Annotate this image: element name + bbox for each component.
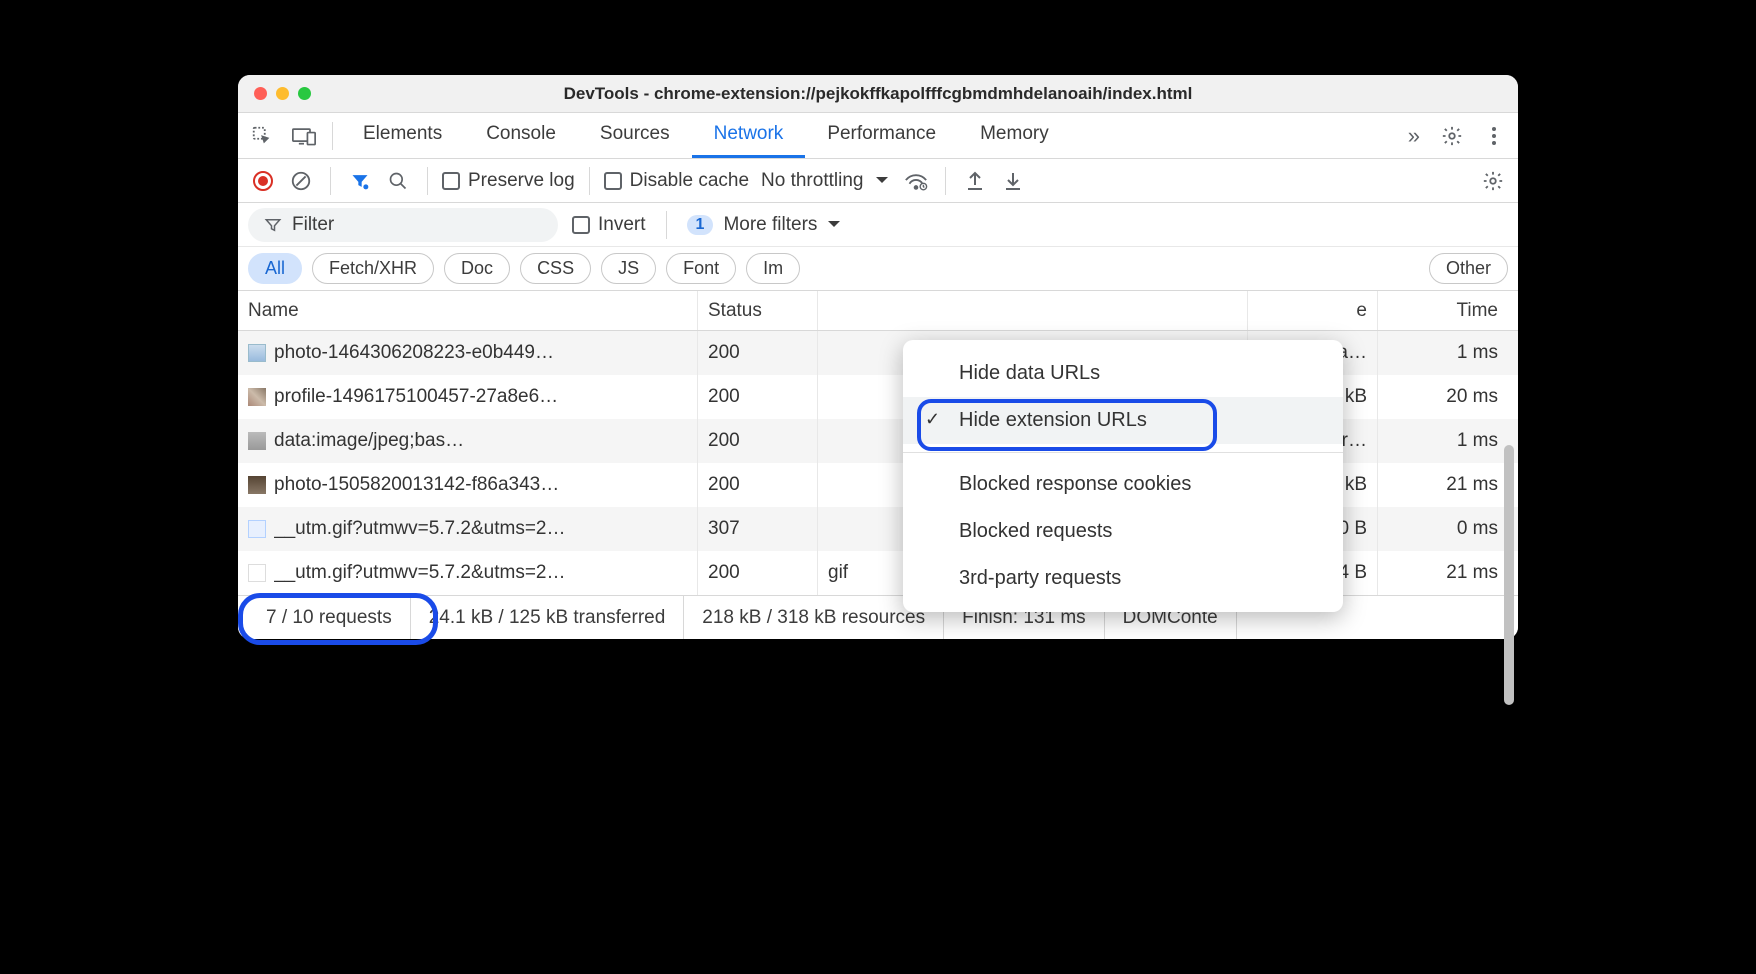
throttling-select[interactable]: No throttling: [757, 170, 893, 192]
menu-separator: [903, 452, 1343, 453]
header-name[interactable]: Name: [238, 291, 698, 330]
file-icon: [248, 432, 266, 450]
more-filters-dropdown[interactable]: 1 More filters: [687, 214, 842, 236]
filter-placeholder: Filter: [292, 214, 334, 236]
close-window-button[interactable]: [254, 87, 267, 100]
disable-cache-label: Disable cache: [630, 170, 749, 192]
status-transferred: 24.1 kB / 125 kB transferred: [411, 596, 685, 639]
tab-memory[interactable]: Memory: [958, 113, 1071, 158]
invert-label: Invert: [598, 214, 646, 236]
chip-font[interactable]: Font: [666, 253, 736, 284]
header-time[interactable]: Time: [1378, 291, 1518, 330]
record-button[interactable]: [248, 166, 278, 196]
divider: [427, 167, 428, 195]
checkbox-icon: [604, 172, 622, 190]
chip-other[interactable]: Other: [1429, 253, 1508, 284]
chip-img[interactable]: Im: [746, 253, 800, 284]
chip-css[interactable]: CSS: [520, 253, 591, 284]
chevron-down-icon: [827, 220, 841, 230]
chip-fetch-xhr[interactable]: Fetch/XHR: [312, 253, 434, 284]
device-toolbar-icon[interactable]: [284, 116, 324, 156]
tab-performance[interactable]: Performance: [805, 113, 958, 158]
menu-blocked-requests[interactable]: Blocked requests: [903, 508, 1343, 555]
overflow-tabs-button[interactable]: »: [1398, 123, 1430, 149]
checkbox-icon: [572, 216, 590, 234]
menu-third-party[interactable]: 3rd-party requests: [903, 555, 1343, 602]
more-filters-label: More filters: [723, 214, 817, 236]
maximize-window-button[interactable]: [298, 87, 311, 100]
tab-console[interactable]: Console: [464, 113, 578, 158]
preserve-log-label: Preserve log: [468, 170, 575, 192]
minimize-window-button[interactable]: [276, 87, 289, 100]
chip-all[interactable]: All: [248, 253, 302, 284]
more-filters-menu: Hide data URLs Hide extension URLs Block…: [903, 340, 1343, 612]
more-options-icon[interactable]: [1474, 116, 1514, 156]
upload-har-icon[interactable]: [960, 166, 990, 196]
table-header: Name Status e Time: [238, 291, 1518, 331]
file-icon: [248, 520, 266, 538]
tab-sources[interactable]: Sources: [578, 113, 692, 158]
menu-hide-extension-urls[interactable]: Hide extension URLs: [903, 397, 1343, 444]
network-conditions-icon[interactable]: [901, 166, 931, 196]
window-title: DevTools - chrome-extension://pejkokffka…: [252, 84, 1504, 104]
filter-input[interactable]: Filter: [248, 208, 558, 242]
inspect-element-icon[interactable]: [242, 116, 282, 156]
search-icon[interactable]: [383, 166, 413, 196]
menu-hide-data-urls[interactable]: Hide data URLs: [903, 350, 1343, 397]
filter-toggle-icon[interactable]: [345, 166, 375, 196]
header-gap: [818, 291, 1248, 330]
menu-blocked-cookies[interactable]: Blocked response cookies: [903, 461, 1343, 508]
network-toolbar: Preserve log Disable cache No throttling: [238, 159, 1518, 203]
traffic-lights: [254, 87, 311, 100]
chevron-down-icon: [875, 176, 889, 186]
filters-bar: Filter Invert 1 More filters: [238, 203, 1518, 247]
file-icon: [248, 388, 266, 406]
file-icon: [248, 344, 266, 362]
divider: [589, 167, 590, 195]
chip-js[interactable]: JS: [601, 253, 656, 284]
window-titlebar: DevTools - chrome-extension://pejkokffka…: [238, 75, 1518, 113]
settings-icon[interactable]: [1432, 116, 1472, 156]
clear-button[interactable]: [286, 166, 316, 196]
status-requests: 7 / 10 requests: [248, 596, 411, 639]
file-icon: [248, 476, 266, 494]
invert-checkbox[interactable]: Invert: [572, 214, 646, 236]
divider: [666, 211, 667, 239]
filters-count-badge: 1: [687, 215, 714, 235]
download-har-icon[interactable]: [998, 166, 1028, 196]
header-size[interactable]: e: [1248, 291, 1378, 330]
file-icon: [248, 564, 266, 582]
funnel-icon: [264, 216, 282, 234]
header-status[interactable]: Status: [698, 291, 818, 330]
divider: [945, 167, 946, 195]
main-tabbar: Elements Console Sources Network Perform…: [238, 113, 1518, 159]
network-settings-icon[interactable]: [1478, 166, 1508, 196]
disable-cache-checkbox[interactable]: Disable cache: [604, 170, 749, 192]
scrollbar[interactable]: [1504, 445, 1514, 705]
preserve-log-checkbox[interactable]: Preserve log: [442, 170, 575, 192]
tab-elements[interactable]: Elements: [341, 113, 464, 158]
tab-network[interactable]: Network: [692, 113, 806, 158]
panel-tabs: Elements Console Sources Network Perform…: [341, 113, 1396, 158]
divider: [330, 167, 331, 195]
checkbox-icon: [442, 172, 460, 190]
chip-doc[interactable]: Doc: [444, 253, 510, 284]
devtools-window: DevTools - chrome-extension://pejkokffka…: [238, 75, 1518, 639]
throttling-label: No throttling: [761, 170, 863, 192]
type-chips-bar: All Fetch/XHR Doc CSS JS Font Im Other: [238, 247, 1518, 291]
divider: [332, 122, 333, 150]
